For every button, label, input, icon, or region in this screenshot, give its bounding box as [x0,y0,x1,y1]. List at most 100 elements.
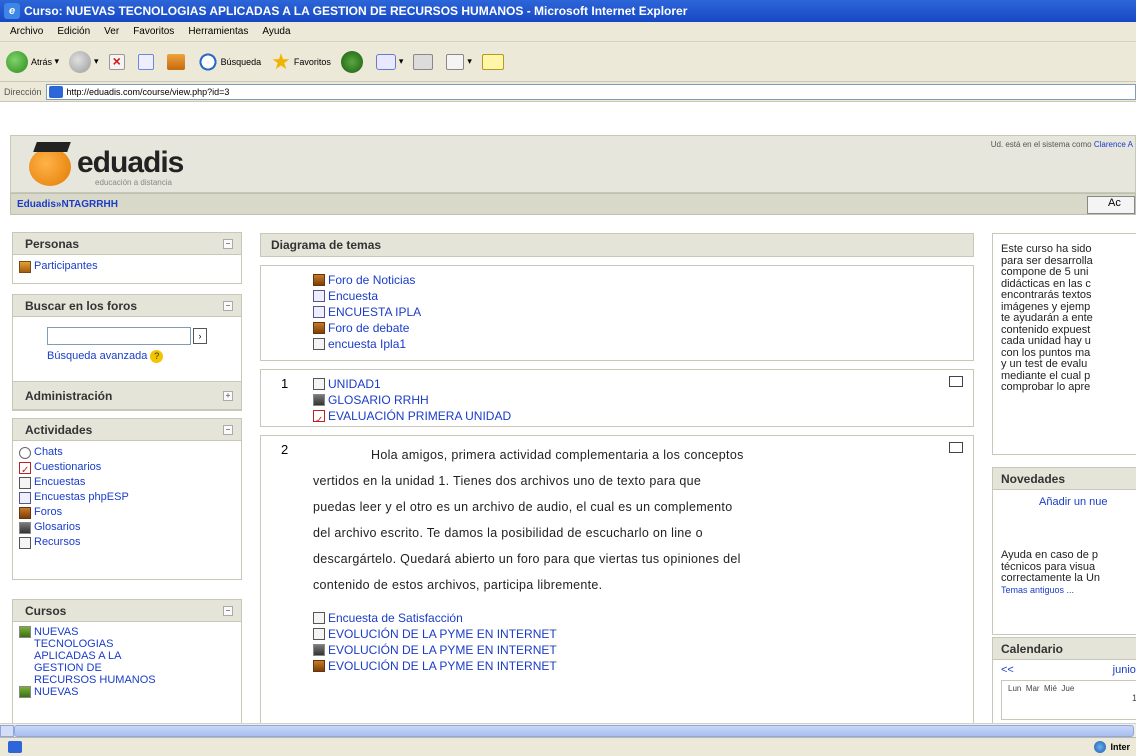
printer-icon [413,53,434,70]
scroll-left-icon[interactable] [0,725,14,737]
section-2: 2 Hola amigos, primera actividad complem… [260,435,974,735]
messenger-button[interactable] [481,53,507,70]
collapse-icon[interactable]: − [223,605,233,616]
chat-icon [19,446,31,459]
survey-icon [19,476,31,489]
activity-recursos[interactable]: Recursos [19,535,235,550]
activity-glosarios[interactable]: Glosarios [19,520,235,535]
collapse-icon[interactable]: − [223,300,233,311]
section-number: 2 [281,442,289,457]
old-topics-link[interactable]: Temas antiguos ... [1001,585,1074,595]
quiz-icon [19,461,31,474]
activity-cuestionarios[interactable]: Cuestionarios [19,460,235,475]
highlight-toggle[interactable] [949,442,963,453]
resource-evolucion-audio[interactable]: EVOLUCIÓN DE LA PYME EN INTERNET [313,642,973,658]
calendar-prev-link[interactable]: << [1001,664,1014,676]
resource-evolucion-doc[interactable]: EVOLUCIÓN DE LA PYME EN INTERNET [313,626,973,642]
resource-evolucion-foro[interactable]: EVOLUCIÓN DE LA PYME EN INTERNET [313,658,973,674]
activate-edit-button[interactable]: Ac [1087,196,1135,214]
scroll-thumb[interactable] [14,725,1134,737]
activity-foros[interactable]: Foros [19,505,235,520]
help-icon: ? [150,350,164,363]
resource-encuesta-ipla[interactable]: ENCUESTA IPLA [313,304,973,320]
activity-encuestas-phpesp[interactable]: Encuestas phpESP [19,490,235,505]
course-link-line[interactable]: TECNOLOGIAS [19,638,235,650]
activity-encuestas[interactable]: Encuestas [19,475,235,490]
course-link-current[interactable]: NUEVAS [19,626,235,638]
search-button[interactable]: Búsqueda [197,51,261,72]
glossary-icon [19,521,31,534]
resource-encuesta[interactable]: Encuesta [313,288,973,304]
forum-search-input[interactable] [47,327,191,345]
print-button[interactable] [413,53,436,70]
calendar-month[interactable]: junio 2C [1073,664,1136,676]
media-button[interactable] [340,50,366,73]
address-input[interactable]: http://eduadis.com/course/view.php?id=3 [45,83,1136,100]
news-block: Novedades Añadir un nue Ayuda en caso de… [992,467,1136,635]
search-go-button[interactable]: › [193,328,207,344]
logo-text: eduadis [77,146,184,179]
course-link-line[interactable]: APLICADAS A LA [19,650,235,662]
collapse-icon[interactable]: − [223,238,233,249]
audio-icon [313,644,325,656]
breadcrumb-course: NTAGRRHH [61,198,118,210]
block-buscar: Buscar en los foros − › Búsqueda avanzada… [12,294,242,388]
breadcrumb-home[interactable]: Eduadis [17,199,56,210]
resource-foro-noticias[interactable]: Foro de Noticias [313,272,973,288]
activity-chats[interactable]: Chats [19,445,235,460]
resource-glosario[interactable]: GLOSARIO RRHH [313,392,973,408]
advanced-search-link[interactable]: Búsqueda avanzada? [47,349,235,364]
window-title: Curso: NUEVAS TECNOLOGIAS APLICADAS A LA… [24,4,688,18]
mail-icon [375,53,396,70]
address-bar: Dirección http://eduadis.com/course/view… [0,82,1136,102]
favorites-button[interactable]: ★ Favoritos [271,50,331,73]
menu-herramientas[interactable]: Herramientas [188,26,248,37]
add-news-link[interactable]: Añadir un nue [1039,496,1108,508]
menu-ayuda[interactable]: Ayuda [262,26,290,37]
block-actividades: Actividades− Chats Cuestionarios Encuest… [12,418,242,580]
resource-encuesta-satisfaccion[interactable]: Encuesta de Satisfacción [313,610,973,626]
block-administracion: Administración + [12,381,242,411]
home-button[interactable] [166,53,188,70]
edit-button[interactable]: ▾ [446,53,472,70]
calendar-title: Calendario [993,638,1136,660]
resource-foro-debate[interactable]: Foro de debate [313,320,973,336]
mail-button[interactable]: ▾ [375,53,403,70]
forum-icon [313,322,325,334]
media-icon [340,50,363,73]
course-link-next[interactable]: NUEVAS [19,686,235,698]
resource-unidad1[interactable]: UNIDAD1 [313,376,973,392]
highlight-toggle[interactable] [949,376,963,387]
menu-favoritos[interactable]: Favoritos [133,26,174,37]
browser-toolbar: Atrás ▾ ▾ Búsqueda ★Favoritos ▾ ▾ [0,42,1136,82]
course-link-line[interactable]: GESTION DE [19,662,235,674]
forward-button[interactable]: ▾ [69,50,99,73]
menu-ver[interactable]: Ver [104,26,119,37]
status-bar: Inter [0,737,1136,756]
back-button[interactable]: Atrás ▾ [6,50,59,73]
expand-icon[interactable]: + [223,390,233,401]
menu-archivo[interactable]: Archivo [10,26,43,37]
menu-edicion[interactable]: Edición [57,26,90,37]
resource-encuesta-ipla1[interactable]: encuesta Ipla1 [313,336,973,352]
calendar-day[interactable]: 1 [1008,693,1136,703]
page-icon [48,85,63,98]
forum-icon [313,660,325,672]
edit-icon [446,53,465,70]
collapse-icon[interactable]: − [223,424,233,435]
quiz-icon [313,410,325,422]
participants-link[interactable]: Participantes [19,259,235,274]
horizontal-scrollbar[interactable] [0,723,1136,737]
document-icon [313,628,325,640]
resource-evaluacion[interactable]: EVALUACIÓN PRIMERA UNIDAD [313,408,973,424]
site-logo[interactable]: eduadis educación a distancia [29,144,229,188]
stop-button[interactable] [108,53,128,70]
logo-tagline: educación a distancia [95,178,172,187]
course-link-line[interactable]: RECURSOS HUMANOS [19,674,235,686]
calendar-block: Calendario << junio 2C Lun Mar Mié Jue 1 [992,637,1136,737]
login-user-link[interactable]: Clarence A [1094,140,1133,149]
course-icon [19,626,31,638]
address-label: Dirección [4,86,42,97]
refresh-button[interactable] [137,53,157,70]
internet-zone-icon [1094,741,1107,753]
